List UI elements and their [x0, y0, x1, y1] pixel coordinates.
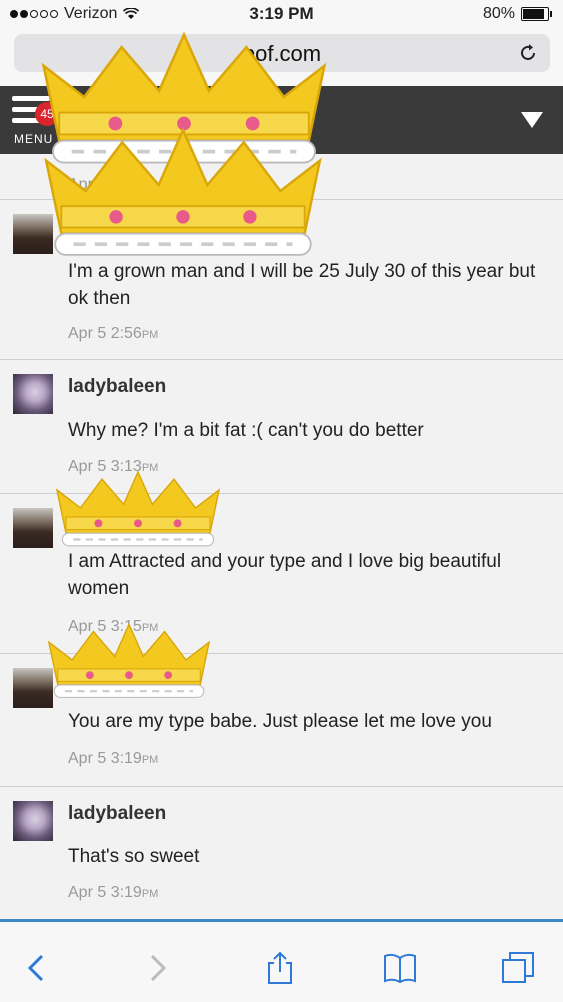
reload-icon[interactable]	[518, 43, 538, 63]
message-time: Apr 5 3:19PM	[68, 750, 159, 767]
avatar[interactable]	[13, 801, 53, 841]
message-text: That's so sweet	[68, 846, 200, 867]
message-time: Apr 5 2:56PM	[68, 325, 159, 342]
message-time: Apr 5 3:19PM	[68, 884, 159, 901]
browser-toolbar	[0, 920, 563, 1002]
message-text: You are my type babe. Just please let me…	[68, 711, 492, 732]
battery-icon	[521, 7, 552, 21]
avatar[interactable]	[13, 508, 53, 548]
share-icon[interactable]	[262, 950, 298, 986]
status-right: 80%	[482, 5, 552, 23]
sender-name[interactable]: ladybaleen	[68, 803, 166, 825]
message-item: ladybaleen That's so sweet Apr 5 3:19PM	[0, 787, 563, 920]
bookmarks-icon[interactable]	[382, 950, 418, 986]
crown-sticker-icon	[47, 622, 211, 698]
avatar[interactable]	[13, 374, 53, 414]
status-time: 3:19 PM	[249, 4, 314, 23]
dropdown-triangle-icon[interactable]	[521, 112, 543, 128]
sender-name[interactable]: ladybaleen	[68, 376, 166, 398]
tabs-icon[interactable]	[500, 950, 536, 986]
crown-sticker-icon	[55, 470, 221, 547]
battery-percent: 80%	[482, 5, 515, 22]
forward-icon[interactable]	[140, 950, 176, 986]
back-icon[interactable]	[20, 950, 56, 986]
crown-sticker-icon	[44, 127, 322, 256]
message-text: I'm a grown man and I will be 25 July 30…	[68, 261, 536, 309]
message-text: Why me? I'm a bit fat :( can't you do be…	[68, 420, 424, 441]
